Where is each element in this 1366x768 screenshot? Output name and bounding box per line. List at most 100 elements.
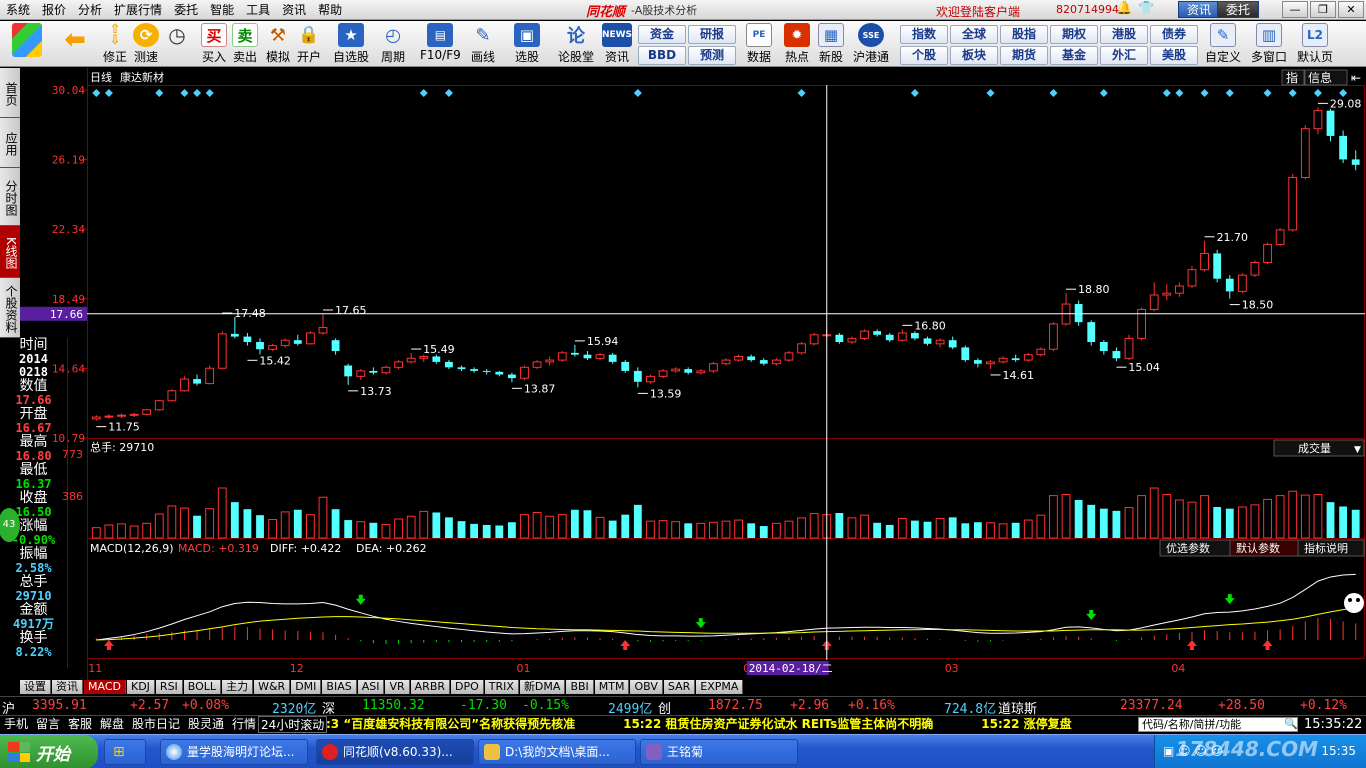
menu-item-4[interactable]: 委托 xyxy=(168,0,204,20)
f10-button[interactable]: ▤ F10/F9 xyxy=(420,23,461,65)
btn-hk-stocks[interactable]: 港股 xyxy=(1100,25,1148,44)
btn-forecast[interactable]: 预测 xyxy=(688,46,736,65)
indicator-tab-17[interactable]: MTM xyxy=(594,680,630,694)
indicator-tab-4[interactable]: RSI xyxy=(155,680,183,694)
sell-button[interactable]: 卖 卖出 xyxy=(232,23,258,65)
menu-item-6[interactable]: 工具 xyxy=(240,0,276,20)
btn-bbd[interactable]: BBD xyxy=(638,46,686,65)
task-item-forum[interactable]: 量学股海明灯论坛... xyxy=(160,739,308,765)
maximize-icon[interactable]: ❐ xyxy=(1310,1,1336,18)
indicator-tab-20[interactable]: EXPMA xyxy=(696,680,744,694)
speed-test-button[interactable]: ⟳ 测速 xyxy=(133,23,159,65)
dj-index[interactable]: 23377.24 xyxy=(1120,698,1183,713)
indicator-tab-10[interactable]: ASI xyxy=(357,680,385,694)
fix-button[interactable]: ⇧ ⇩ 修正 xyxy=(102,23,128,65)
btn-funds[interactable]: 基金 xyxy=(1050,46,1098,65)
indicator-tab-15[interactable]: 新DMA xyxy=(519,680,566,694)
status-mobile[interactable]: 手机 xyxy=(2,716,30,733)
home-button[interactable] xyxy=(12,23,42,65)
shirt-icon[interactable]: 👕 xyxy=(1138,1,1154,17)
menu-item-0[interactable]: 系统 xyxy=(0,0,36,20)
news-button[interactable]: 资讯 xyxy=(1178,1,1221,18)
task-item-ths[interactable]: 同花顺(v8.60.33)... xyxy=(316,739,474,765)
status-message[interactable]: 留言 xyxy=(34,716,62,733)
search-icon[interactable]: 🔍 xyxy=(1284,717,1298,730)
btn-forex[interactable]: 外汇 xyxy=(1100,46,1148,65)
kline-chart-area[interactable]: 日线 康达新材 指信息 ⇤ 30.04 26.19 22.34 18.49 17.66 14.64… xyxy=(20,68,1366,680)
btn-options[interactable]: 期权 xyxy=(1050,25,1098,44)
btn-stocks[interactable]: 个股 xyxy=(900,46,948,65)
menu-item-2[interactable]: 分析 xyxy=(72,0,108,20)
buy-button[interactable]: 买 买入 xyxy=(201,23,227,65)
draw-line-button[interactable]: ✎ 画线 xyxy=(470,23,496,65)
menu-item-1[interactable]: 报价 xyxy=(36,0,72,20)
btn-global[interactable]: 全球 xyxy=(950,25,998,44)
data-button[interactable]: PE 数据 xyxy=(746,23,772,65)
start-button[interactable]: 开始 xyxy=(0,735,98,768)
sz-index[interactable]: 11350.32 xyxy=(362,698,425,713)
status-analysis[interactable]: 解盘 xyxy=(98,716,126,733)
menu-item-5[interactable]: 智能 xyxy=(204,0,240,20)
indicator-tab-2[interactable]: MACD xyxy=(84,680,126,694)
menu-item-8[interactable]: 帮助 xyxy=(312,0,348,20)
stock-picker-button[interactable]: ▣ 选股 xyxy=(514,23,540,65)
bell-icon[interactable]: 🔔 xyxy=(1116,1,1132,17)
btn-capital[interactable]: 资金 xyxy=(638,25,686,44)
cy-index[interactable]: 1872.75 xyxy=(708,698,763,713)
close-icon[interactable]: ✕ xyxy=(1338,1,1364,18)
indicator-tab-6[interactable]: 主力 xyxy=(222,680,254,694)
multi-window-button[interactable]: ▥ 多窗口 xyxy=(1251,23,1287,65)
status-support[interactable]: 客服 xyxy=(66,716,94,733)
tab-intraday[interactable]: 分时图 xyxy=(0,168,20,226)
menu-item-7[interactable]: 资讯 xyxy=(276,0,312,20)
hot-button[interactable]: ✹ 热点 xyxy=(784,23,810,65)
indicator-tab-9[interactable]: BIAS xyxy=(322,680,357,694)
quick-launch[interactable]: ⊞ xyxy=(104,739,146,765)
stock-search-input[interactable]: 代码/名称/简拼/功能 xyxy=(1138,717,1298,732)
indicator-tab-16[interactable]: BBI xyxy=(566,680,594,694)
default-page-button[interactable]: L2 默认页 xyxy=(1297,23,1333,65)
indicator-tab-8[interactable]: DMI xyxy=(291,680,322,694)
btn-sectors[interactable]: 板块 xyxy=(950,46,998,65)
indicator-tab-11[interactable]: VR xyxy=(385,680,410,694)
status-lingtong[interactable]: 股灵通 xyxy=(186,716,226,733)
open-account-button[interactable]: 🔒 开户 xyxy=(296,23,322,65)
btn-futures[interactable]: 期货 xyxy=(1000,46,1048,65)
hk-connect-button[interactable]: SSE 沪港通 xyxy=(853,23,889,65)
indicator-tab-3[interactable]: KDJ xyxy=(126,680,155,694)
minimize-icon[interactable]: — xyxy=(1282,1,1308,18)
welcome-text[interactable]: 欢迎登陆客户端 xyxy=(936,3,1020,20)
tab-kline[interactable]: K线图 xyxy=(0,226,20,278)
indicator-tab-13[interactable]: DPO xyxy=(451,680,484,694)
tab-home[interactable]: 首页 xyxy=(0,68,20,118)
status-quote[interactable]: 行情 xyxy=(230,716,258,733)
kline-chart[interactable]: 日线 康达新材 指信息 ⇤ 30.04 26.19 22.34 18.49 17.66 14.64… xyxy=(20,68,1366,680)
btn-stock-index[interactable]: 股指 xyxy=(1000,25,1048,44)
indicator-tab-1[interactable]: 资讯 xyxy=(52,680,83,694)
indicator-tab-12[interactable]: ARBR xyxy=(410,680,451,694)
news-tool-button[interactable]: NEWS 资讯 xyxy=(602,23,632,65)
indicator-tab-14[interactable]: TRIX xyxy=(484,680,519,694)
tab-stock-profile[interactable]: 个股资料 xyxy=(0,278,20,338)
btn-bonds[interactable]: 债券 xyxy=(1150,25,1198,44)
task-item-user[interactable]: 王铭菊 xyxy=(640,739,798,765)
clock-button[interactable]: ◷ xyxy=(164,23,190,65)
trade-menu-button[interactable]: 委托 xyxy=(1217,1,1260,18)
indicator-tab-0[interactable]: 设置 xyxy=(20,680,51,694)
indicator-tab-5[interactable]: BOLL xyxy=(183,680,222,694)
indicator-tab-19[interactable]: SAR xyxy=(663,680,696,694)
ipo-button[interactable]: ▦ 新股 xyxy=(818,23,844,65)
task-item-folder[interactable]: D:\我的文档\桌面... xyxy=(478,739,636,765)
sh-index[interactable]: 3395.91 xyxy=(32,698,87,713)
simulate-button[interactable]: ⚒ 模拟 xyxy=(265,23,291,65)
btn-us-stocks[interactable]: 美股 xyxy=(1150,46,1198,65)
status-diary[interactable]: 股市日记 xyxy=(130,716,182,733)
news-scroll[interactable]: :3 “百度雄安科技有限公司”名称获得预先核准 15:22 租赁住房资产证券化试… xyxy=(326,716,1072,733)
back-button[interactable]: ⬅ xyxy=(60,23,90,65)
btn-index[interactable]: 指数 xyxy=(900,25,948,44)
tab-apps[interactable]: 应用 xyxy=(0,118,20,168)
menu-item-3[interactable]: 扩展行情 xyxy=(108,0,168,20)
period-button[interactable]: ◴ 周期 xyxy=(380,23,406,65)
indicator-tab-18[interactable]: OBV xyxy=(630,680,663,694)
btn-research[interactable]: 研报 xyxy=(688,25,736,44)
